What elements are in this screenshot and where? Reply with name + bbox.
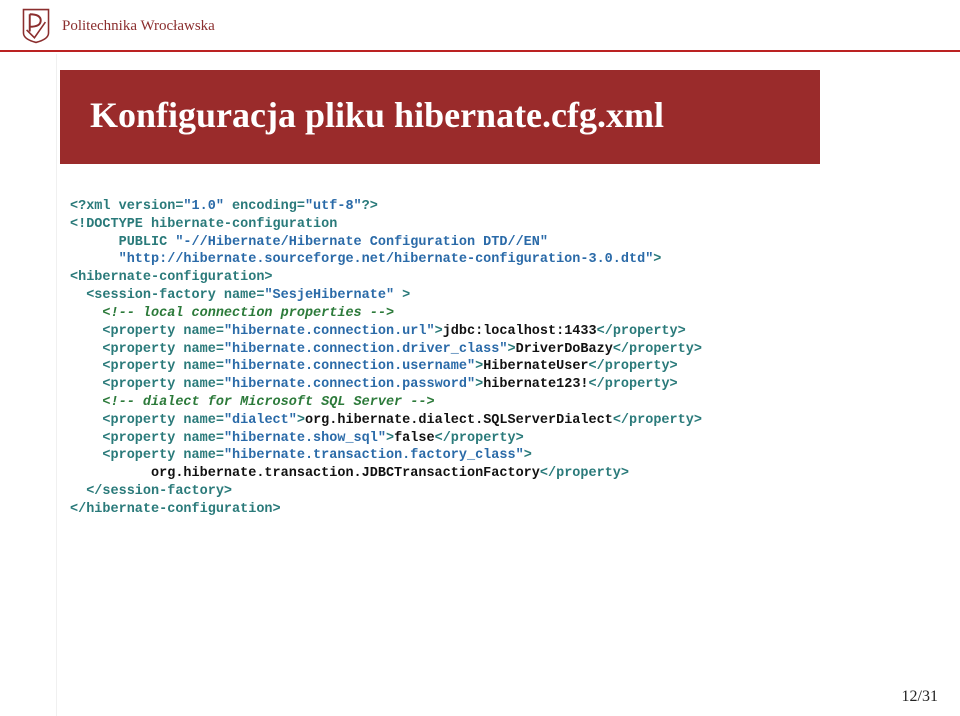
- code-line: "http://hibernate.sourceforge.net/hibern…: [70, 252, 661, 267]
- code-line: <hibernate-configuration>: [70, 270, 273, 285]
- code-line: <property name="hibernate.connection.url…: [70, 324, 686, 339]
- university-logo-icon: [20, 8, 52, 44]
- code-comment: <!-- local connection properties -->: [70, 306, 394, 321]
- code-line: <property name="dialect">org.hibernate.d…: [70, 413, 702, 428]
- code-line: <property name="hibernate.connection.dri…: [70, 342, 702, 357]
- code-line: <property name="hibernate.transaction.fa…: [70, 448, 532, 463]
- university-name: Politechnika Wrocławska: [62, 18, 215, 35]
- slide-title: Konfiguracja pliku hibernate.cfg.xml: [60, 70, 820, 164]
- code-comment: <!-- dialect for Microsoft SQL Server --…: [70, 395, 435, 410]
- header: Politechnika Wrocławska: [0, 0, 960, 52]
- code-line: <!DOCTYPE hibernate-configuration: [70, 217, 337, 232]
- code-line: <property name="hibernate.show_sql">fals…: [70, 431, 524, 446]
- page-number: 12/31: [902, 688, 938, 706]
- margin-guide: [56, 54, 57, 716]
- code-line: <property name="hibernate.connection.use…: [70, 359, 678, 374]
- code-line: <?xml version="1.0" encoding="utf-8"?>: [70, 199, 378, 214]
- code-line: PUBLIC "-//Hibernate/Hibernate Configura…: [70, 235, 548, 250]
- code-line: </session-factory>: [70, 484, 232, 499]
- code-line: <session-factory name="SesjeHibernate" >: [70, 288, 410, 303]
- code-line: </hibernate-configuration>: [70, 502, 281, 517]
- code-line: <property name="hibernate.connection.pas…: [70, 377, 678, 392]
- code-listing: <?xml version="1.0" encoding="utf-8"?> <…: [70, 198, 960, 519]
- code-line: org.hibernate.transaction.JDBCTransactio…: [70, 466, 629, 481]
